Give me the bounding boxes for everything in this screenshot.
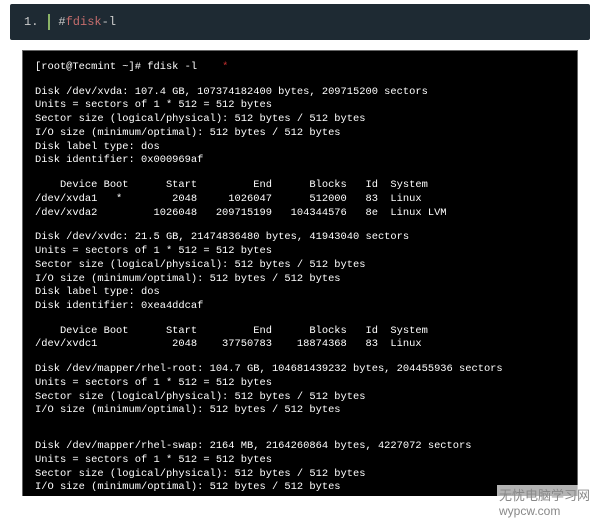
disk-swap-sector: Sector size (logical/physical): 512 byte…: [35, 468, 565, 482]
terminal-prompt: [root@Tecmint ~]# fdisk -l: [35, 61, 197, 73]
disk-xvdc-io: I/O size (minimum/optimal): 512 bytes / …: [35, 273, 565, 287]
code-snippet-block: 1. # fdisk -l: [10, 4, 590, 40]
disk-xvda-id: Disk identifier: 0x000969af: [35, 154, 565, 168]
blank-line: [35, 418, 565, 429]
code-hash: #: [58, 15, 65, 29]
disk-root-header: Disk /dev/mapper/rhel-root: 104.7 GB, 10…: [35, 363, 565, 377]
code-command: fdisk: [66, 15, 102, 29]
partition-row-xvdc1: /dev/xvdc1 2048 37750783 18874368 83 Lin…: [35, 338, 565, 352]
prompt-asterisk-icon: *: [222, 61, 228, 73]
partition-table-header: Device Boot Start End Blocks Id System: [35, 179, 565, 193]
disk-root-units: Units = sectors of 1 * 512 = 512 bytes: [35, 377, 565, 391]
disk-xvdc-header: Disk /dev/xvdc: 21.5 GB, 21474836480 byt…: [35, 231, 565, 245]
blank-line: [35, 352, 565, 363]
blank-line: [35, 429, 565, 440]
disk-swap-io: I/O size (minimum/optimal): 512 bytes / …: [35, 481, 565, 495]
disk-xvda-label: Disk label type: dos: [35, 141, 565, 155]
partition-table-header: Device Boot Start End Blocks Id System: [35, 325, 565, 339]
watermark: 无忧电脑学习网 wypcw.com: [497, 485, 592, 518]
disk-xvdc-id: Disk identifier: 0xea4ddcaf: [35, 300, 565, 314]
blank-line: [35, 168, 565, 179]
disk-xvdc-label: Disk label type: dos: [35, 286, 565, 300]
disk-xvdc-sector: Sector size (logical/physical): 512 byte…: [35, 259, 565, 273]
disk-xvdc-units: Units = sectors of 1 * 512 = 512 bytes: [35, 245, 565, 259]
disk-xvda-sector: Sector size (logical/physical): 512 byte…: [35, 113, 565, 127]
disk-root-io: I/O size (minimum/optimal): 512 bytes / …: [35, 404, 565, 418]
terminal-output: [root@Tecmint ~]# fdisk -l * Disk /dev/x…: [22, 50, 578, 496]
partition-row-xvda2: /dev/xvda2 1026048 209715199 104344576 8…: [35, 207, 565, 221]
disk-xvda-units: Units = sectors of 1 * 512 = 512 bytes: [35, 99, 565, 113]
watermark-url: wypcw.com: [499, 504, 560, 518]
partition-row-xvda1: /dev/xvda1 * 2048 1026047 512000 83 Linu…: [35, 193, 565, 207]
disk-swap-header: Disk /dev/mapper/rhel-swap: 2164 MB, 216…: [35, 440, 565, 454]
code-line-number: 1.: [24, 15, 38, 29]
watermark-text-cn: 无忧电脑学习网: [499, 488, 590, 503]
code-cursor-bar: [48, 14, 50, 30]
terminal-prompt-line: [root@Tecmint ~]# fdisk -l *: [35, 61, 565, 75]
blank-line: [35, 75, 565, 86]
disk-xvda-io: I/O size (minimum/optimal): 512 bytes / …: [35, 127, 565, 141]
disk-xvda-header: Disk /dev/xvda: 107.4 GB, 107374182400 b…: [35, 86, 565, 100]
code-flag: -l: [102, 15, 116, 29]
blank-line: [35, 495, 565, 496]
disk-root-sector: Sector size (logical/physical): 512 byte…: [35, 391, 565, 405]
disk-swap-units: Units = sectors of 1 * 512 = 512 bytes: [35, 454, 565, 468]
blank-line: [35, 220, 565, 231]
blank-line: [35, 314, 565, 325]
